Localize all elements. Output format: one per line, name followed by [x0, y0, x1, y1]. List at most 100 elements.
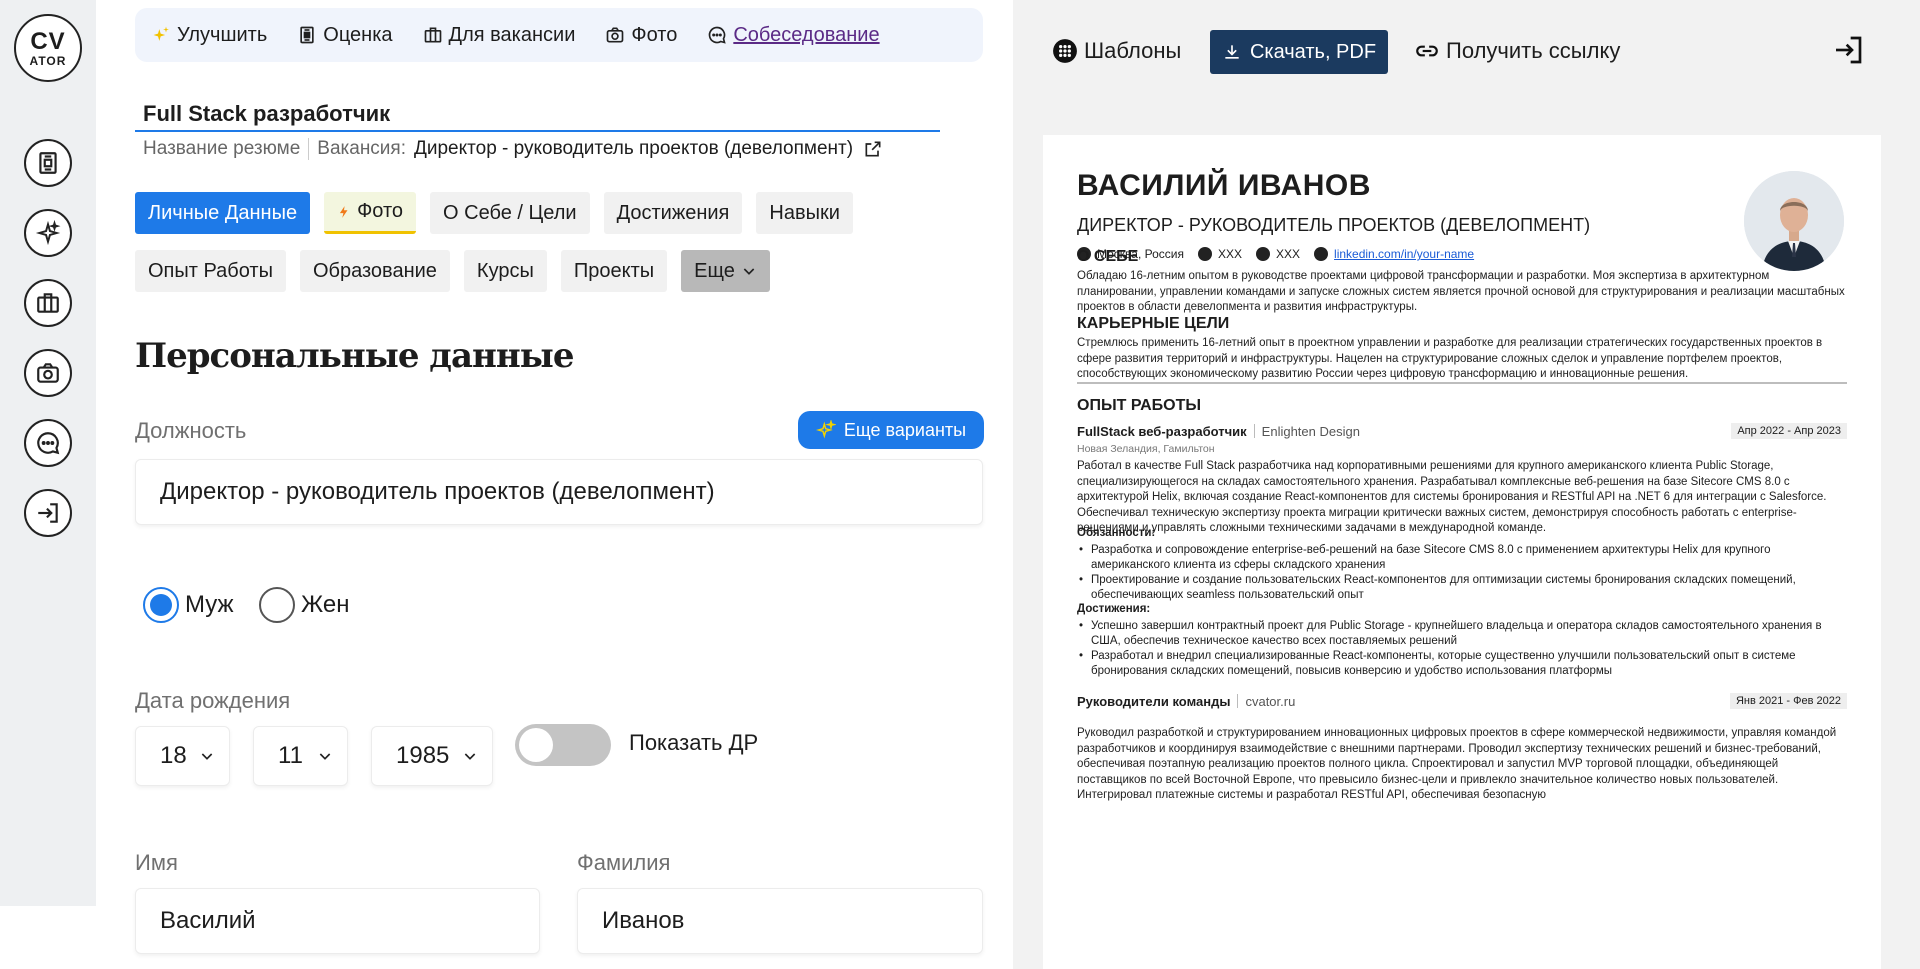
about-text: Обладаю 16-летним опытом в руководстве п… — [1077, 270, 1845, 313]
meta-divider — [308, 138, 310, 160]
job2-header: Руководители команды cvator.ru Янв 2021 … — [1077, 693, 1847, 709]
sparkle-icon — [153, 26, 169, 41]
chip-courses[interactable]: Курсы — [463, 250, 547, 292]
get-link-label: Получить ссылку — [1446, 38, 1621, 63]
job1-location: Новая Зеландия, Гамильтон — [1077, 443, 1215, 455]
birth-day-value: 18 — [160, 742, 187, 769]
vacancy-value: Директор - руководитель проектов (девело… — [414, 138, 854, 159]
show-birthday-toggle[interactable] — [515, 724, 611, 766]
chevron-down-icon — [464, 753, 476, 760]
resume-icon — [300, 26, 314, 44]
sparkle-icon — [815, 420, 836, 439]
templates-label: Шаблоны — [1084, 38, 1182, 63]
tab-interview[interactable]: Собеседование — [707, 24, 880, 47]
radio-circle — [259, 587, 295, 623]
experience-heading: ОПЫТ РАБОТЫ — [1077, 397, 1202, 414]
birth-year-select[interactable]: 1985 — [371, 726, 493, 786]
exit-icon[interactable] — [1832, 34, 1864, 66]
chip-about[interactable]: О Себе / Цели — [430, 192, 590, 234]
lightning-icon — [339, 205, 348, 218]
preview-linkedin-link[interactable]: linkedin.com/in/your-name — [1334, 247, 1474, 261]
chip-education[interactable]: Образование — [299, 250, 450, 292]
birth-day-select[interactable]: 18 — [135, 726, 230, 786]
page-title: Персональные данные — [135, 336, 574, 376]
birth-month-value: 11 — [278, 742, 303, 769]
position-label: Должность — [135, 418, 247, 443]
goals-heading: КАРЬЕРНЫЕ ЦЕЛИ — [1077, 315, 1230, 332]
show-birthday-label: Показать ДР — [629, 730, 759, 755]
resume-preview: ВАСИЛИЙ ИВАНОВ ДИРЕКТОР - РУКОВОДИТЕЛЬ П… — [1043, 135, 1881, 969]
job2-company: cvator.ru — [1245, 693, 1296, 709]
job1-duties-heading: Обязанности: — [1077, 527, 1156, 539]
job2-description: Руководил разработкой и структурирование… — [1077, 727, 1837, 801]
tab-photo[interactable]: Фото — [605, 24, 677, 47]
chevron-down-icon — [319, 753, 331, 760]
chip-personal[interactable]: Личные Данные — [135, 192, 311, 234]
preview-role: ДИРЕКТОР - РУКОВОДИТЕЛЬ ПРОЕКТОВ (ДЕВЕЛО… — [1077, 215, 1591, 235]
tab-vacancy[interactable]: Для вакансии — [423, 24, 575, 47]
last-name-input[interactable]: Иванов — [577, 888, 983, 954]
toggle-knob — [519, 728, 553, 762]
chat-icon — [37, 432, 60, 455]
job2-position: Руководители команды — [1077, 693, 1231, 709]
resume-title-input[interactable]: Full Stack разработчик — [135, 96, 940, 132]
first-name-label: Имя — [135, 850, 178, 875]
avatar — [1744, 171, 1844, 271]
rail-resume-button[interactable] — [24, 139, 72, 187]
rail-improve-button[interactable] — [24, 209, 72, 257]
job1-position: FullStack веб-разработчик — [1077, 423, 1247, 439]
grid-icon — [1053, 39, 1077, 63]
rail-exit-button[interactable] — [24, 489, 72, 537]
last-name-label: Фамилия — [577, 850, 671, 875]
section-chips: Личные Данные Фото О Себе / Цели Достиже… — [135, 192, 985, 292]
job1-achievements-heading: Достижения: — [1077, 603, 1151, 615]
birth-month-select[interactable]: 11 — [253, 726, 348, 786]
rail-interview-button[interactable] — [24, 419, 72, 467]
tab-improve-label: Улучшить — [177, 23, 268, 46]
download-pdf-button[interactable]: Скачать, PDF — [1210, 30, 1388, 74]
tab-rating[interactable]: Оценка — [297, 24, 393, 47]
list-item: Разработка и сопровождение enterprise-ве… — [1077, 543, 1847, 573]
chip-skills[interactable]: Навыки — [756, 192, 853, 234]
resume-name-label: Название резюме — [143, 138, 301, 159]
job1-company: Enlighten Design — [1261, 423, 1360, 439]
preview-email: XXX — [1276, 247, 1301, 261]
chat-icon — [709, 26, 727, 44]
logo-text-bottom: ATOR — [29, 53, 67, 68]
position-input[interactable]: Директор - руководитель проектов (девело… — [135, 459, 983, 525]
chevron-down-icon — [743, 268, 755, 275]
more-options-button[interactable]: Еще варианты — [798, 411, 984, 449]
first-name-input[interactable]: Василий — [135, 888, 540, 954]
logo-text-top: CV — [30, 27, 66, 55]
chip-achievements[interactable]: Достижения — [603, 192, 743, 234]
chip-photo[interactable]: Фото — [324, 192, 417, 234]
vacancy-label: Вакансия: — [317, 138, 406, 159]
gender-female-radio[interactable]: Жен — [259, 587, 349, 623]
gender-female-label: Жен — [301, 591, 350, 618]
chip-photo-label: Фото — [357, 200, 404, 222]
list-item: Разработал и внедрил специализированные … — [1077, 649, 1847, 679]
rail-photo-button[interactable] — [24, 349, 72, 397]
about-heading: О СЕБЕ — [1077, 248, 1139, 265]
resume-icon — [39, 152, 57, 174]
chip-projects[interactable]: Проекты — [560, 250, 668, 292]
chip-experience[interactable]: Опыт Работы — [135, 250, 286, 292]
tab-improve[interactable]: Улучшить — [151, 24, 267, 47]
job1-header: FullStack веб-разработчик Enlighten Desi… — [1077, 423, 1847, 439]
external-link-icon[interactable] — [863, 139, 883, 159]
goals-text: Стремлюсь применить 16-летний опыт в про… — [1077, 337, 1823, 380]
section-divider — [1077, 382, 1847, 384]
chevron-down-icon — [201, 753, 213, 760]
chip-more-label: Еще — [694, 259, 735, 282]
job1-dates: Апр 2022 - Апр 2023 — [1731, 423, 1847, 439]
templates-button[interactable]: Шаблоны — [1052, 38, 1181, 64]
birthdate-label: Дата рождения — [135, 688, 291, 713]
link-icon — [1416, 45, 1438, 57]
gender-male-radio[interactable]: Муж — [143, 587, 234, 623]
chip-more[interactable]: Еще — [681, 250, 770, 292]
rail-vacancy-button[interactable] — [24, 279, 72, 327]
get-link-button[interactable]: Получить ссылку — [1414, 38, 1620, 64]
sparkle-icon — [35, 220, 61, 246]
download-label: Скачать, PDF — [1249, 40, 1377, 63]
cvator-logo[interactable]: CV ATOR — [14, 14, 82, 82]
